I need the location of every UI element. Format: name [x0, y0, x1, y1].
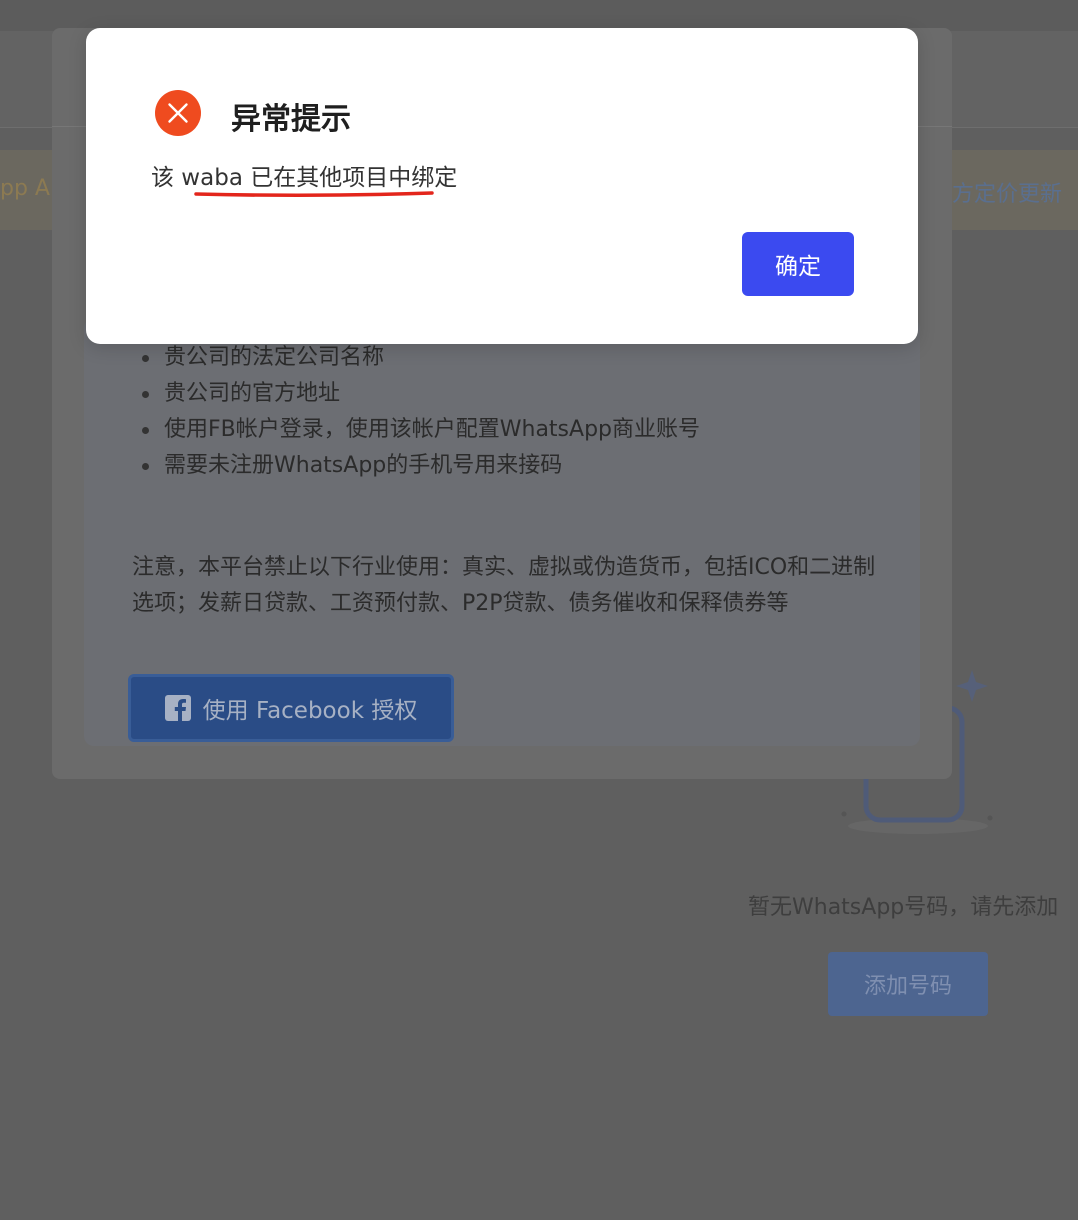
alert-message: 该 waba 已在其他项目中绑定: [151, 165, 458, 191]
facebook-button-label: 使用 Facebook 授权: [202, 698, 418, 724]
add-number-button[interactable]: 添加号码: [828, 952, 988, 1016]
requirements-card: 贵公司的法定公司名称 贵公司的官方地址 使用FB帐户登录，使用该帐户配置What…: [84, 318, 920, 746]
error-x-icon: [155, 90, 201, 136]
list-item: 贵公司的官方地址: [132, 376, 700, 412]
banner-right-link[interactable]: 方定价更新: [952, 176, 1062, 208]
banner-left-text: pp A: [0, 176, 50, 201]
list-item: 需要未注册WhatsApp的手机号用来接码: [132, 448, 700, 484]
list-item: 使用FB帐户登录，使用该帐户配置WhatsApp商业账号: [132, 412, 700, 448]
confirm-button[interactable]: 确定: [742, 232, 854, 296]
error-alert-dialog: 异常提示 该 waba 已在其他项目中绑定 确定: [86, 28, 918, 344]
underline-annotation: [194, 191, 434, 198]
facebook-icon: [164, 695, 191, 721]
alert-title: 异常提示: [231, 102, 351, 137]
prohibited-industries-notice: 注意，本平台禁止以下行业使用：真实、虚拟或伪造货币，包括ICO和二进制选项；发薪…: [132, 555, 876, 616]
facebook-authorize-button[interactable]: 使用 Facebook 授权: [128, 674, 454, 742]
empty-state-message: 暂无WhatsApp号码，请先添加: [748, 895, 1059, 920]
list-item: 贵公司的法定公司名称: [132, 340, 700, 376]
requirements-list: 贵公司的法定公司名称 贵公司的官方地址 使用FB帐户登录，使用该帐户配置What…: [132, 340, 700, 484]
